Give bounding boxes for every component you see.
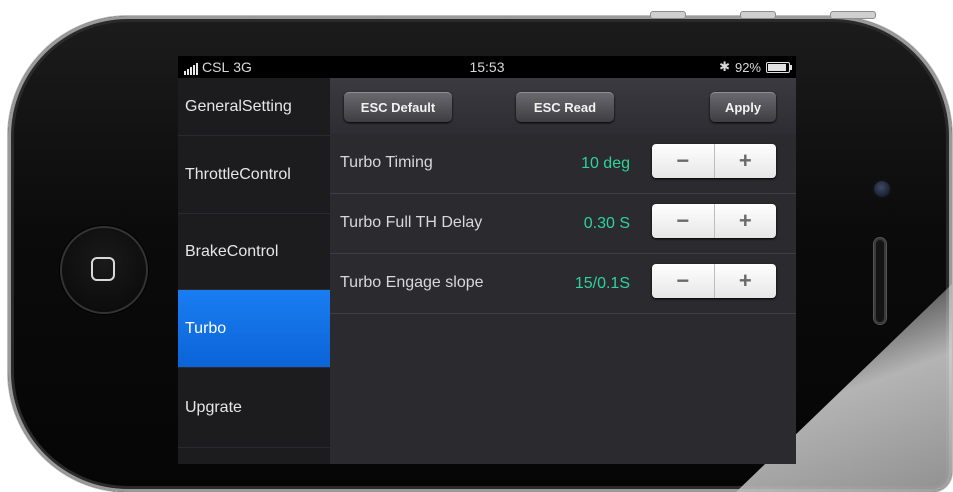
home-button[interactable] (60, 226, 148, 314)
home-square-icon (91, 257, 115, 281)
esc-read-button[interactable]: ESC Read (516, 92, 614, 122)
sidebar-item-turbo[interactable]: Turbo (178, 290, 330, 368)
battery-percent: 92% (734, 59, 761, 75)
sidebar-item-upgrate[interactable]: Upgrate (178, 368, 330, 448)
sidebar-item-generalsetting[interactable]: GeneralSetting (178, 78, 330, 136)
status-right-group: ✱ 92% (719, 59, 792, 75)
front-camera (874, 181, 890, 197)
volume-button[interactable] (740, 11, 776, 19)
esc-default-button[interactable]: ESC Default (344, 92, 452, 122)
setting-value: 15/0.1S (574, 275, 630, 292)
value-stepper: − + (652, 204, 776, 238)
setting-label: Turbo Engage slope (340, 274, 484, 291)
setting-value: 0.30 S (583, 215, 630, 232)
increment-button[interactable]: + (715, 144, 777, 178)
setting-row-turbo-timing: Turbo Timing 10 deg − + (330, 134, 796, 194)
sidebar-item-label: Turbo (185, 319, 227, 337)
sidebar: GeneralSetting ThrottleControl BrakeCont… (178, 78, 330, 464)
setting-label: Turbo Full TH Delay (340, 214, 483, 231)
setting-row-turbo-full-th-delay: Turbo Full TH Delay 0.30 S − + (330, 194, 796, 254)
power-button[interactable] (830, 11, 876, 19)
setting-label: Turbo Timing (340, 154, 433, 171)
sidebar-item-brakecontrol[interactable]: BrakeControl (178, 214, 330, 290)
setting-value: 10 deg (581, 155, 630, 172)
sidebar-item-label: Upgrate (185, 398, 242, 416)
value-stepper: − + (652, 264, 776, 298)
status-time: 15:53 (469, 59, 505, 75)
increment-button[interactable]: + (715, 264, 777, 298)
status-bar: CSL 3G 15:53 ✱ 92% (178, 56, 796, 78)
setting-row-turbo-engage-slope: Turbo Engage slope 15/0.1S − + (330, 254, 796, 314)
decrement-button[interactable]: − (652, 144, 715, 178)
toolbar: ESC Default ESC Read Apply (330, 78, 796, 134)
increment-button[interactable]: + (715, 204, 777, 238)
battery-level-fill (768, 63, 786, 71)
sidebar-item-label: ThrottleControl (185, 165, 291, 183)
apply-button[interactable]: Apply (710, 92, 776, 122)
earpiece-speaker (874, 238, 886, 324)
bluetooth-icon: ✱ (719, 59, 730, 74)
decrement-button[interactable]: − (652, 264, 715, 298)
decrement-button[interactable]: − (652, 204, 715, 238)
value-stepper: − + (652, 144, 776, 178)
app-screen: CSL 3G 15:53 ✱ 92% GeneralSetting Thrott… (178, 56, 796, 464)
sidebar-item-label: GeneralSetting (185, 97, 292, 115)
volume-button[interactable] (650, 11, 686, 19)
sidebar-item-throttlecontrol[interactable]: ThrottleControl (178, 136, 330, 214)
battery-icon (766, 61, 792, 73)
sidebar-item-label: BrakeControl (185, 242, 279, 260)
turbo-settings-panel: ESC Default ESC Read Apply Turbo Timing … (330, 78, 796, 464)
